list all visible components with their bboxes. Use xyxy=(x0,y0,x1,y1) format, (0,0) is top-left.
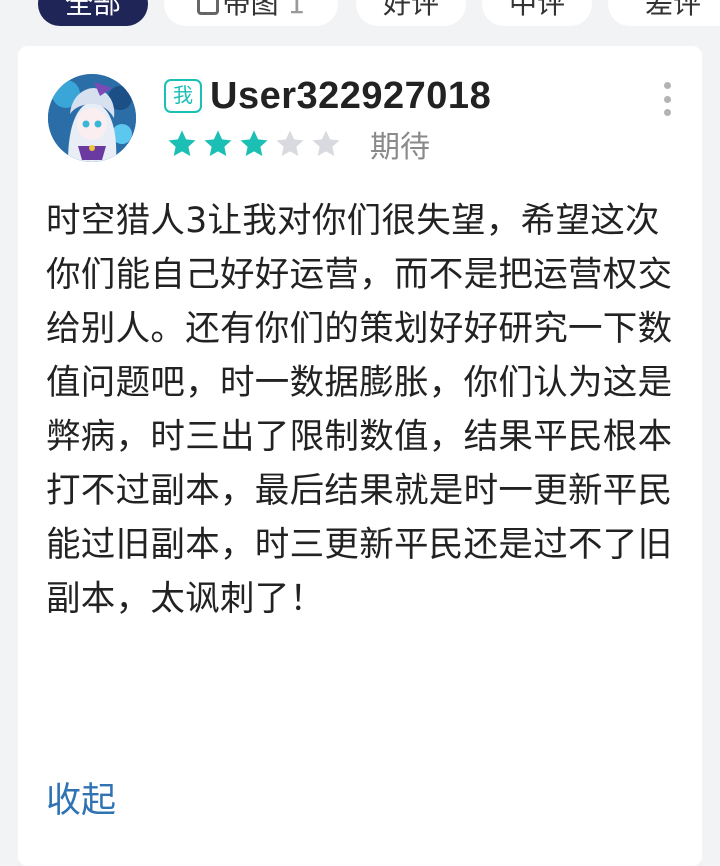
user-row: 我 User322927018 xyxy=(164,74,491,118)
star-empty-icon xyxy=(276,130,304,157)
rating-row: 期待 xyxy=(164,124,430,165)
review-card: 我 User322927018 期待 时空猎人3让我对你们很失望，希望这次你们能… xyxy=(18,46,702,866)
star-empty-icon xyxy=(312,130,340,157)
image-icon xyxy=(196,0,219,15)
star-filled-icon xyxy=(204,130,232,157)
collapse-link[interactable]: 收起 xyxy=(46,774,116,828)
filter-with-image-chip[interactable]: 带图 1 xyxy=(164,0,338,26)
filter-positive-chip[interactable]: 好评 xyxy=(356,0,466,26)
review-content: 时空猎人3让我对你们很失望，希望这次你们能自己好好运营，而不是把运营权交给别人。… xyxy=(46,201,673,619)
filter-all-chip[interactable]: 全部 xyxy=(38,0,148,26)
review-filter-bar: 全部 带图 1 好评 中评 差评 xyxy=(0,0,720,30)
filter-with-image-count: 1 xyxy=(287,0,306,20)
filter-negative-label: 差评 xyxy=(644,0,701,20)
rating-label: 期待 xyxy=(370,130,430,165)
me-badge: 我 xyxy=(164,79,202,113)
filter-positive-label: 好评 xyxy=(382,0,439,20)
filter-neutral-label: 中评 xyxy=(508,0,565,20)
avatar[interactable] xyxy=(48,74,136,162)
filter-negative-chip[interactable]: 差评 xyxy=(608,0,720,26)
star-filled-icon xyxy=(240,130,268,157)
more-options-icon[interactable] xyxy=(660,82,674,116)
avatar-image xyxy=(48,74,136,162)
star-rating xyxy=(164,127,344,161)
filter-neutral-chip[interactable]: 中评 xyxy=(482,0,592,26)
username[interactable]: User322927018 xyxy=(210,75,491,118)
filter-all-label: 全部 xyxy=(64,0,121,20)
star-filled-icon xyxy=(168,130,196,157)
filter-with-image-label: 带图 xyxy=(222,0,279,20)
